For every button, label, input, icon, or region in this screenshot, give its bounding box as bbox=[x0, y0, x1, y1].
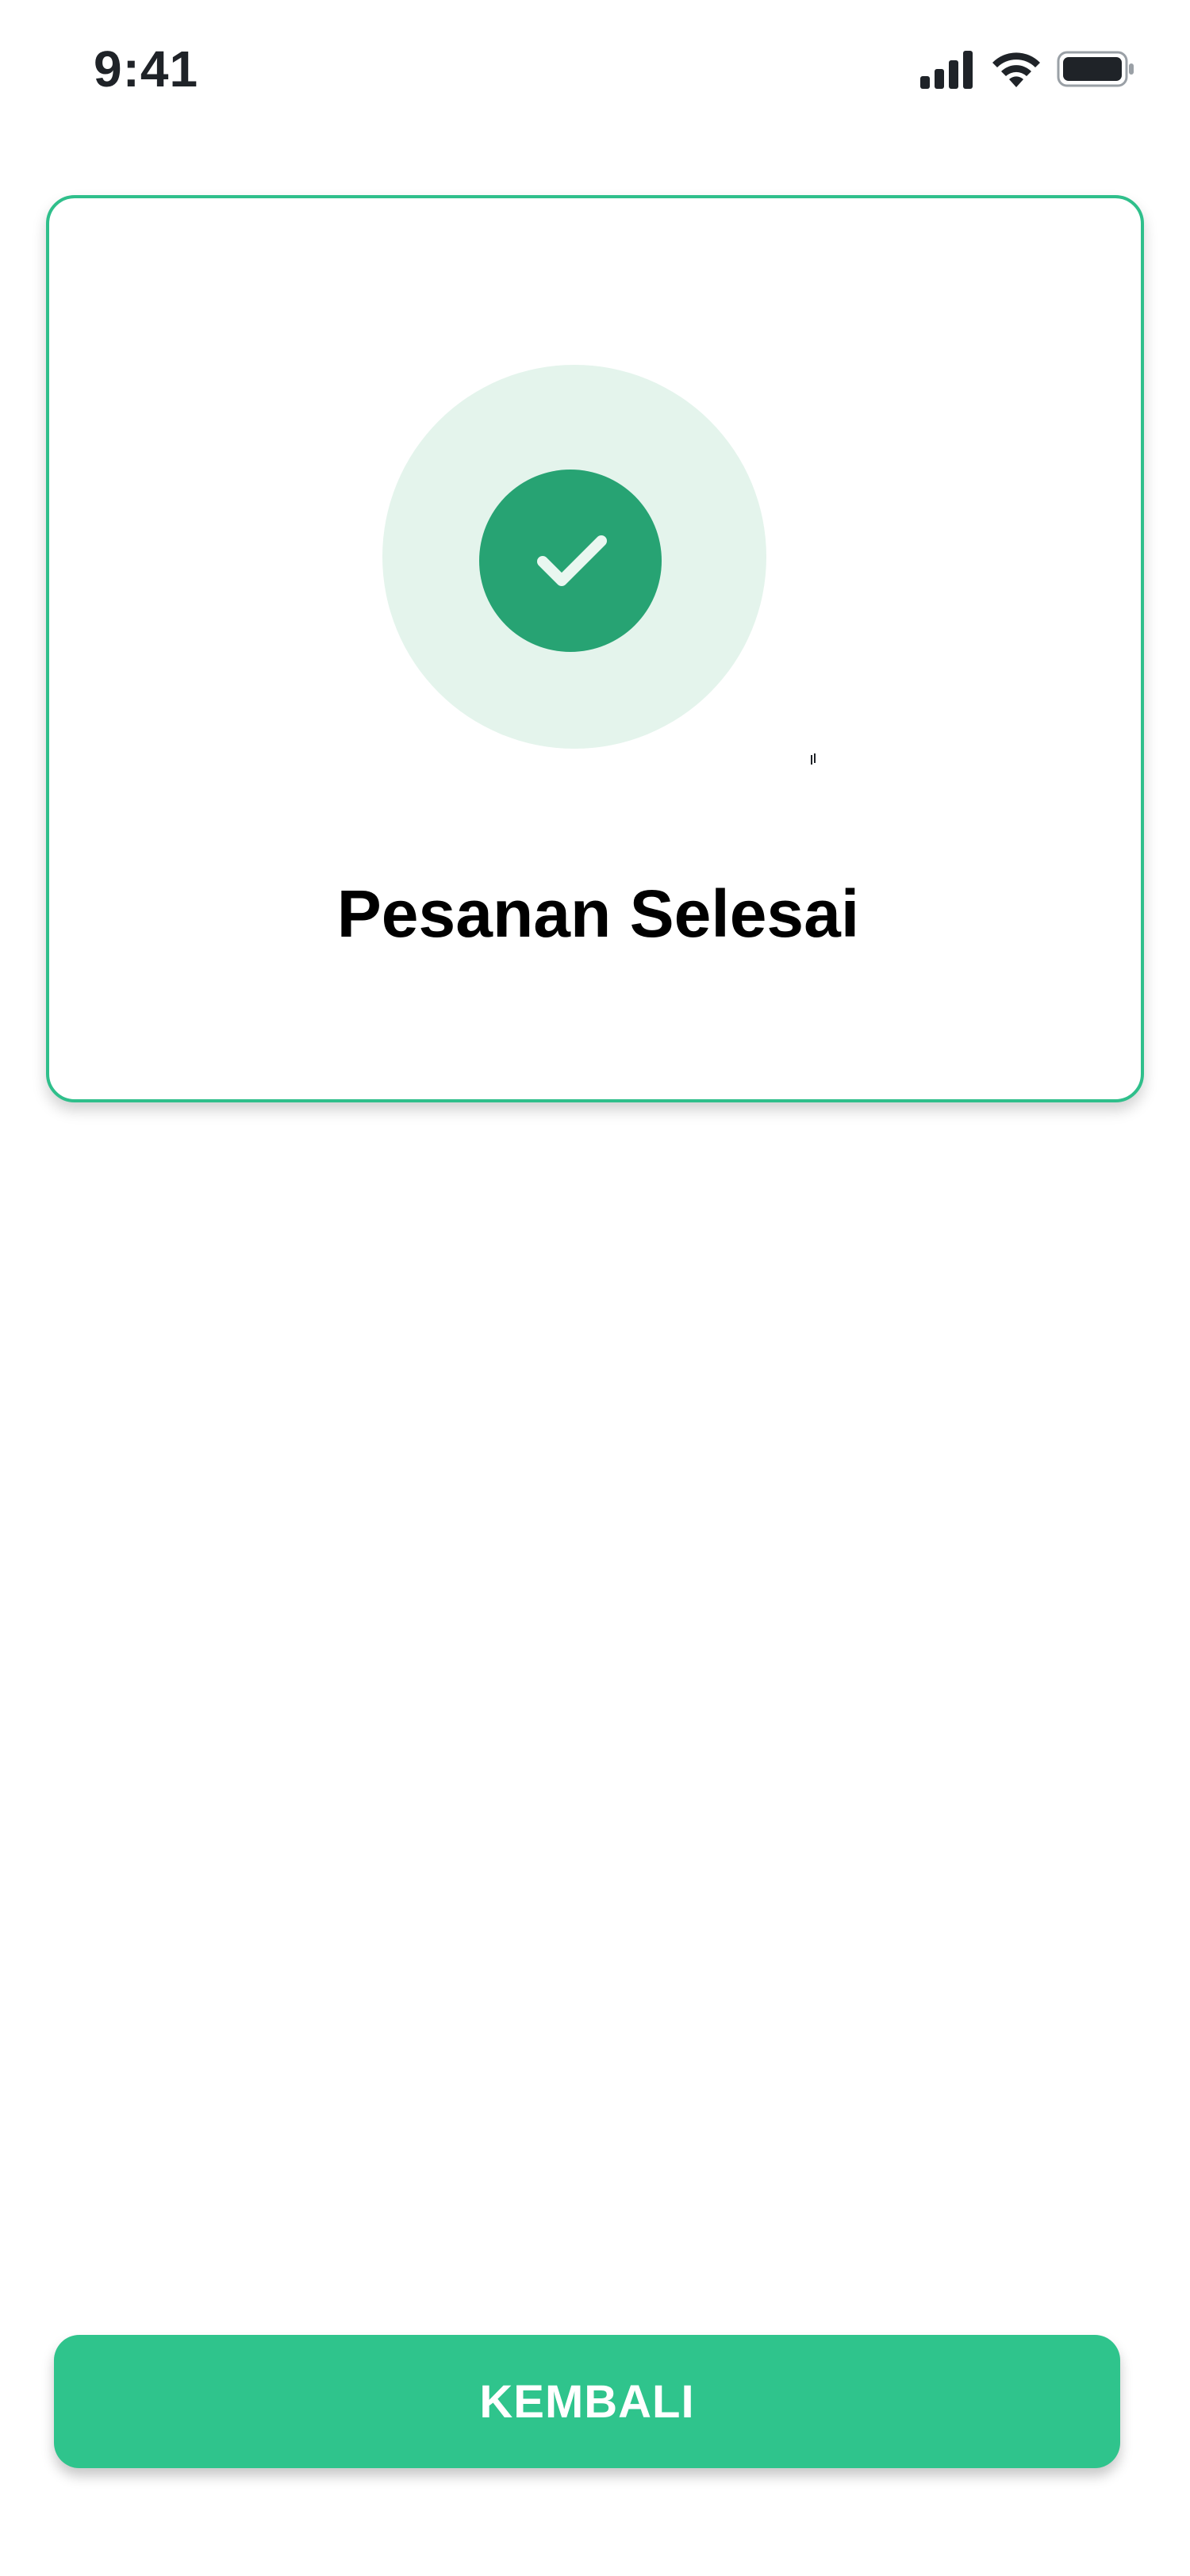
success-badge bbox=[479, 470, 662, 652]
wifi-icon bbox=[990, 49, 1042, 89]
checkmark-icon bbox=[519, 508, 622, 615]
order-complete-card: Pesanan Selesai bbox=[46, 195, 1144, 1102]
stray-mark bbox=[811, 753, 816, 765]
cellular-signal-icon bbox=[919, 49, 976, 89]
status-time: 9:41 bbox=[94, 40, 199, 98]
status-bar: 9:41 bbox=[0, 0, 1190, 151]
order-complete-screen: 9:41 Pesanan Selesai KEMBALI bbox=[0, 0, 1190, 2576]
battery-icon bbox=[1057, 49, 1136, 89]
back-button[interactable]: KEMBALI bbox=[54, 2335, 1120, 2468]
order-complete-title: Pesanan Selesai bbox=[336, 876, 860, 951]
status-icons bbox=[919, 49, 1136, 89]
